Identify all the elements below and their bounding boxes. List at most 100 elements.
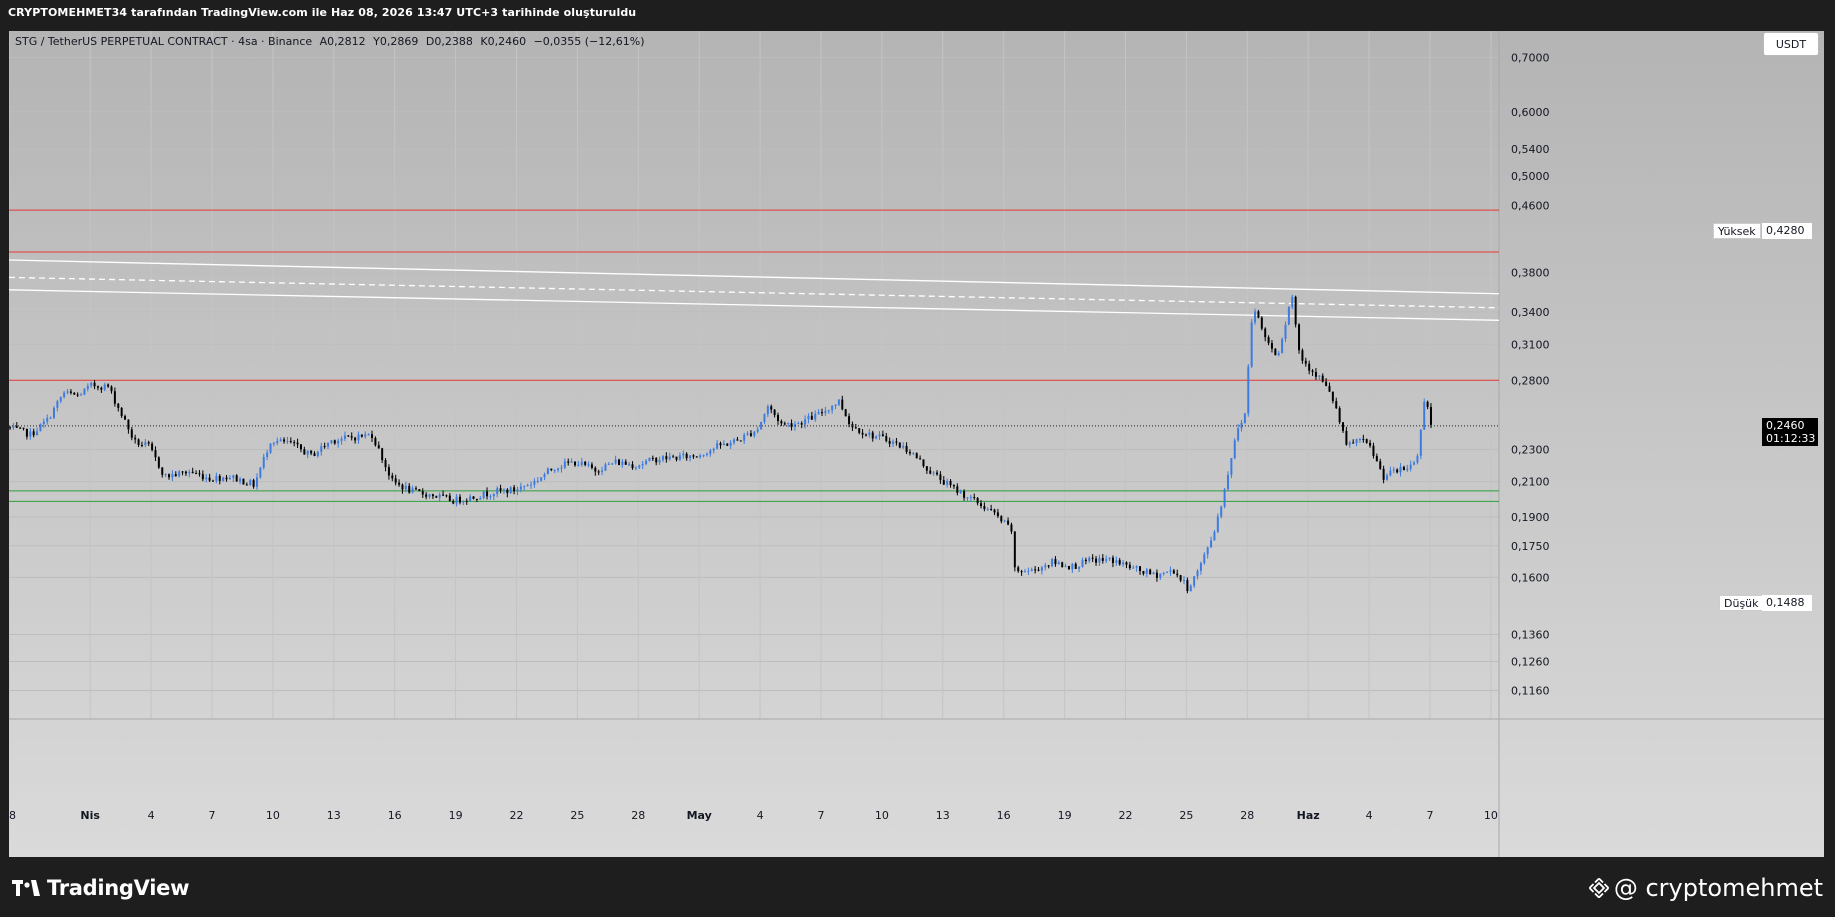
candle-body (973, 497, 976, 499)
candle-body (201, 474, 204, 480)
candle-body (1169, 570, 1172, 572)
candle-body (96, 386, 99, 388)
candle-body (631, 464, 634, 469)
candle-body (479, 498, 482, 500)
candle-body (316, 451, 319, 456)
candle-body (151, 443, 154, 451)
candle-body (337, 440, 340, 444)
candle-body (712, 448, 715, 451)
time-tick-label: 10 (875, 809, 889, 822)
candle-body (760, 421, 763, 430)
time-tick-label: 19 (1058, 809, 1072, 822)
candle-body (1298, 324, 1301, 351)
binance-icon (1588, 877, 1609, 899)
candle-body (330, 440, 333, 443)
candle-body (709, 450, 712, 454)
candle-body (144, 442, 147, 446)
candle-body (486, 491, 489, 497)
candle-body (912, 453, 915, 455)
candle-body (1260, 317, 1263, 329)
tradingview-logo[interactable]: TradingView (12, 876, 189, 900)
price-tick-label: 0,1600 (1511, 571, 1550, 584)
candle-body (942, 480, 945, 485)
candle-body (438, 494, 441, 498)
candle-body (398, 482, 401, 485)
price-tick-label: 0,1260 (1511, 655, 1550, 668)
candle-body (418, 489, 421, 492)
candle-body (736, 439, 739, 441)
candle-body (1118, 560, 1121, 565)
candle-body (925, 466, 928, 471)
candle-body (773, 409, 776, 415)
price-tick-label: 0,5000 (1511, 170, 1550, 183)
candle-body (645, 460, 648, 464)
candle-body (391, 475, 394, 479)
candle-body (52, 407, 55, 418)
time-tick-label: 25 (570, 809, 584, 822)
candle-body (279, 439, 282, 442)
candle-body (1291, 296, 1294, 308)
low-tag: Düşük (1719, 594, 1764, 611)
candle-body (607, 463, 610, 465)
candle-body (1128, 564, 1131, 569)
candle-body (1413, 462, 1416, 465)
price-chart[interactable]: 0,7000 0,6000 0,5400 0,5000 0,4600 0,3800 0,34… (9, 31, 1824, 857)
candle-body (597, 471, 600, 473)
candle-body (1166, 571, 1169, 573)
candle-body (834, 404, 837, 406)
candle-body (29, 431, 32, 437)
candle-body (1047, 565, 1050, 567)
time-tick-label: 16 (388, 809, 402, 822)
candle-body (1416, 455, 1419, 463)
candle-body (892, 441, 895, 444)
candle-body (956, 486, 959, 493)
candle-body (908, 451, 911, 454)
chart-area[interactable]: 0,7000 0,6000 0,5400 0,5000 0,4600 0,3800 0,34… (9, 31, 1824, 857)
candle-body (705, 453, 708, 455)
candle-body (208, 477, 211, 481)
candle-body (360, 434, 363, 437)
time-tick-label: 28 (1240, 809, 1254, 822)
candle-body (695, 456, 698, 458)
candle-body (147, 442, 150, 444)
legend-high: Y0,2869 (373, 35, 419, 48)
time-tick-label: Haz (1297, 809, 1320, 822)
candle-body (1189, 585, 1192, 592)
last-price-value: 0,2460 (1766, 418, 1805, 432)
candle-body (854, 427, 857, 429)
candle-body (235, 475, 238, 482)
candle-body (1335, 401, 1338, 409)
candle-body (1078, 567, 1081, 569)
candle-body (1223, 489, 1226, 507)
candle-body (323, 446, 326, 448)
candle-body (980, 503, 983, 507)
candle-body (188, 471, 191, 474)
candle-body (1392, 469, 1395, 471)
candle-body (455, 496, 458, 504)
candle-body (374, 438, 377, 446)
candle-body (157, 457, 160, 468)
candle-body (249, 480, 252, 486)
candle-body (289, 441, 292, 443)
candle-body (225, 477, 228, 480)
candle-body (800, 423, 803, 425)
high-value-label: 0,4280 (1762, 222, 1812, 239)
candle-body (871, 432, 874, 439)
candle-body (377, 445, 380, 449)
candle-body (215, 475, 218, 481)
candle-body (1132, 567, 1135, 569)
candle-body (1396, 469, 1399, 473)
price-tick-label: 0,6000 (1511, 106, 1550, 119)
candle-body (69, 391, 72, 393)
author-name: @ cryptomehmet (1613, 874, 1823, 902)
candle-body (168, 474, 171, 478)
candle-body (1379, 461, 1382, 469)
candle-body (841, 399, 844, 410)
candle-body (617, 459, 620, 465)
candle-body (1013, 531, 1016, 568)
candle-body (100, 387, 103, 390)
candle-body (533, 480, 536, 485)
candle-body (797, 423, 800, 425)
candle-body (1007, 520, 1010, 525)
currency-button[interactable]: USDT (1763, 32, 1819, 56)
